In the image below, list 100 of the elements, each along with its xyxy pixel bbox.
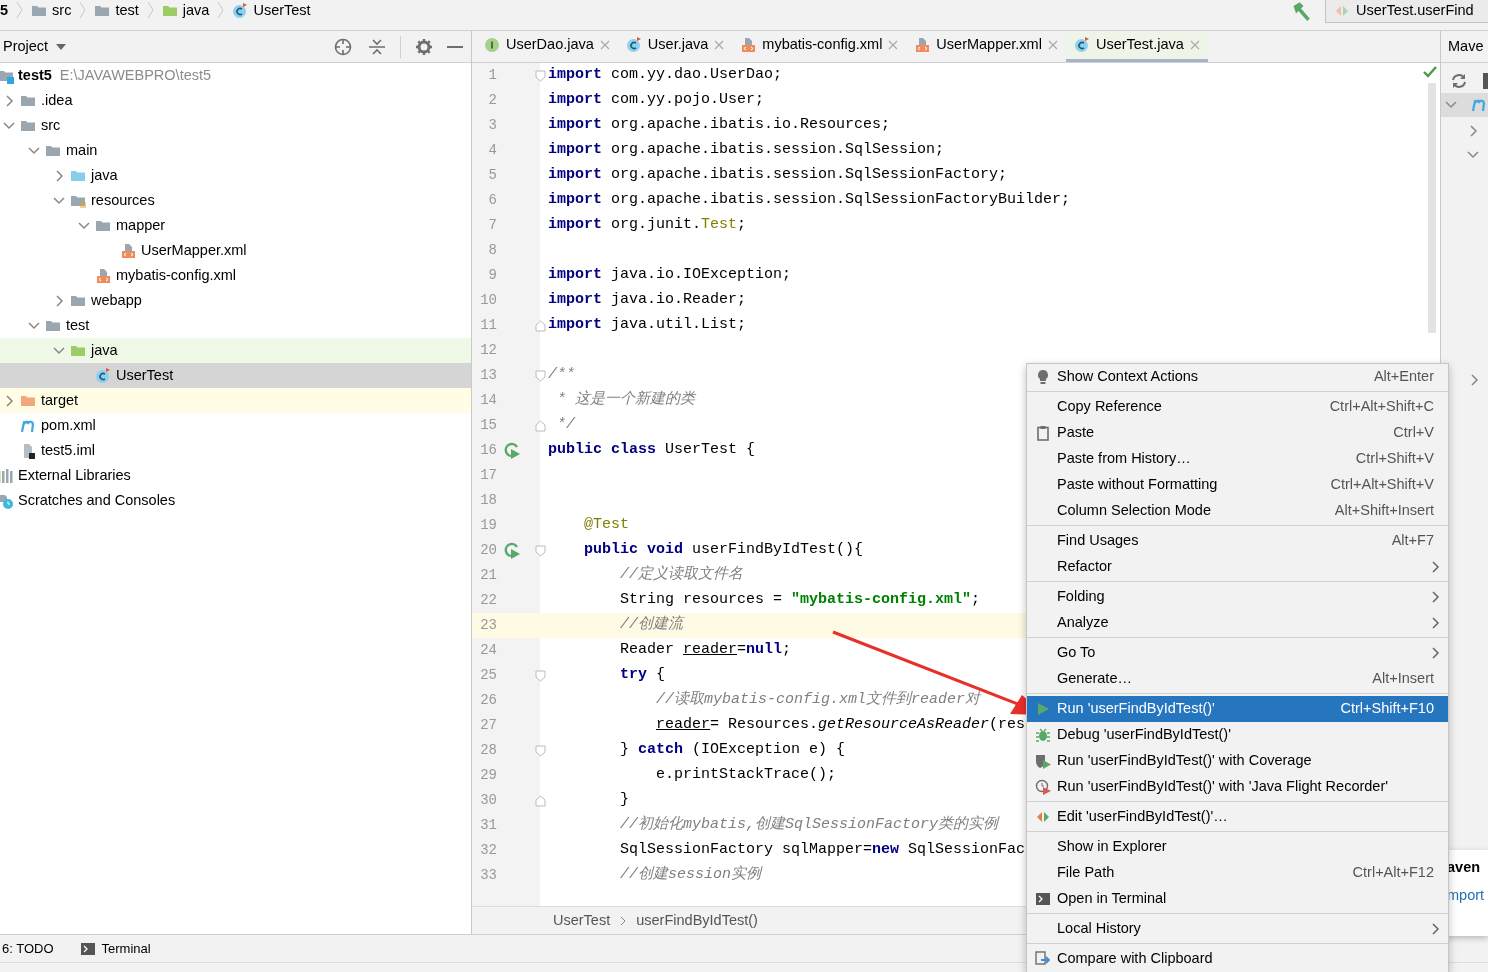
tree-item[interactable]: mybatis-config.xml [0, 263, 471, 288]
tree-item[interactable]: test [0, 313, 471, 338]
menu-item[interactable]: Find Usages Alt+F7 [1027, 528, 1448, 554]
breadcrumb-item[interactable]: src [31, 1, 72, 21]
breadcrumb-item[interactable]: userFindByIdTest() [636, 909, 758, 932]
close-icon [714, 40, 725, 50]
menu-item[interactable]: Analyze [1027, 610, 1448, 636]
editor-tab[interactable]: UserDao.java [476, 31, 618, 62]
line-number: 4 [487, 141, 497, 160]
tree-item[interactable]: webapp [0, 288, 471, 313]
menu-item[interactable]: Generate… Alt+Insert [1027, 666, 1448, 692]
menu-item[interactable]: Go To [1027, 640, 1448, 666]
code-line: import org.apache.ibatis.io.Resources; [548, 115, 891, 136]
menu-item[interactable]: Run 'userFindByIdTest()' with 'Java Flight Recorder' [1027, 774, 1448, 800]
line-number: 18 [479, 491, 497, 510]
menu-item[interactable]: Refactor [1027, 554, 1448, 580]
menu-item[interactable]: Compare with Clipboard [1027, 946, 1448, 972]
maven-file-icon [1471, 97, 1487, 113]
class-icon [232, 3, 249, 19]
code-line: } catch (IOException e) { [619, 740, 846, 761]
code-line: import java.io.IOException; [548, 265, 792, 286]
tool-window-button[interactable]: Terminal [79, 938, 151, 959]
tree-item[interactable]: Scratches and Consoles [0, 488, 471, 513]
line-number: 29 [479, 766, 497, 785]
editor-tab[interactable]: mybatis-config.xml [732, 31, 907, 62]
code-line: import com.yy.dao.UserDao; [548, 65, 783, 86]
tree-item[interactable]: mapper [0, 213, 471, 238]
code-line: import java.util.List; [548, 315, 747, 336]
tool-window-button[interactable]: 6: TODO [2, 938, 54, 959]
breadcrumb-item[interactable]: test [94, 1, 139, 21]
run-configuration-icon [1035, 809, 1051, 825]
menu-item[interactable]: Paste without Formatting Ctrl+Alt+Shift+V [1027, 472, 1448, 498]
menu-item[interactable]: Copy Reference Ctrl+Alt+Shift+C [1027, 394, 1448, 420]
line-number: 2 [487, 91, 497, 110]
line-number: 6 [487, 191, 497, 210]
code-line: */ [556, 415, 576, 436]
menu-item[interactable]: Paste from History… Ctrl+Shift+V [1027, 446, 1448, 472]
breadcrumb-item[interactable]: java [161, 1, 210, 21]
line-number: 12 [479, 341, 497, 360]
menu-item[interactable]: Local History [1027, 916, 1448, 942]
code-line: //读取mybatis-config.xml文件到reader对 [655, 689, 981, 711]
panel-title-dropdown[interactable]: Project [3, 35, 67, 58]
code-line: import org.apache.ibatis.session.SqlSession; [548, 140, 945, 161]
run-configuration-selector[interactable]: UserTest.userFind [1325, 0, 1488, 23]
code-line: import java.io.Reader; [548, 290, 747, 311]
tree-item[interactable]: UserTest [0, 363, 471, 388]
tree-item[interactable]: test5 E:\JAVAWEBPRO\test5 [0, 63, 471, 88]
lightbulb-icon [1035, 369, 1051, 385]
code-line: @Test [583, 515, 630, 536]
menu-item[interactable]: Open in Terminal [1027, 886, 1448, 912]
toolbar-icon [1483, 73, 1488, 89]
editor-tab[interactable]: User.java [617, 31, 733, 62]
refresh-icon [1451, 73, 1467, 89]
tree-item[interactable]: target [0, 388, 471, 413]
tree-item[interactable]: External Libraries [0, 463, 471, 488]
run-icon [1035, 701, 1051, 717]
menu-item[interactable]: Paste Ctrl+V [1027, 420, 1448, 446]
tree-item[interactable]: pom.xml [0, 413, 471, 438]
breadcrumb-item[interactable]: 5 [0, 1, 9, 21]
menu-item[interactable]: Debug 'userFindByIdTest()' [1027, 722, 1448, 748]
breadcrumb-item[interactable]: UserTest [232, 1, 311, 21]
menu-item[interactable]: File Path Ctrl+Alt+F12 [1027, 860, 1448, 886]
tree-item[interactable]: .idea [0, 88, 471, 113]
class-icon [95, 367, 111, 384]
code-line: public void userFindByIdTest(){ [583, 540, 864, 561]
line-number: 14 [479, 391, 497, 410]
menu-item[interactable]: Column Selection Mode Alt+Shift+Insert [1027, 498, 1448, 524]
line-number: 7 [487, 216, 497, 235]
tree-item[interactable]: java [0, 163, 471, 188]
panel-title[interactable]: Mave [1448, 35, 1484, 58]
code-line: Reader reader=null; [619, 640, 792, 661]
compare-icon [1035, 951, 1051, 967]
editor-tab[interactable]: UserMapper.xml [906, 31, 1066, 62]
menu-item[interactable]: Folding [1027, 584, 1448, 610]
menu-item[interactable]: Show Context Actions Alt+Enter [1027, 364, 1448, 390]
breadcrumb-item[interactable]: UserTest [553, 909, 611, 932]
line-number: 13 [479, 366, 497, 385]
class-icon [625, 37, 642, 53]
tree-item[interactable]: test5.iml [0, 438, 471, 463]
code-line: e.printStackTrace(); [655, 765, 837, 786]
tree-item[interactable]: java [0, 338, 471, 363]
line-number: 11 [479, 316, 497, 335]
tree-item[interactable]: main [0, 138, 471, 163]
menu-item[interactable]: Show in Explorer [1027, 834, 1448, 860]
code-line: import org.junit.Test; [548, 215, 747, 236]
tree-item[interactable]: UserMapper.xml [0, 238, 471, 263]
menu-item[interactable]: Edit 'userFindByIdTest()'… [1027, 804, 1448, 830]
chevron-right-icon [1469, 374, 1479, 386]
line-number: 32 [479, 841, 497, 860]
menu-item[interactable]: Run 'userFindByIdTest()' with Coverage [1027, 748, 1448, 774]
editor-tab[interactable]: UserTest.java [1065, 31, 1208, 62]
menu-item[interactable]: Run 'userFindByIdTest()' Ctrl+Shift+F10 [1027, 696, 1448, 722]
tree-item[interactable]: src [0, 113, 471, 138]
close-icon [599, 40, 610, 50]
xml-file-icon [120, 242, 136, 259]
tree-item[interactable]: resources [0, 188, 471, 213]
code-line: //定义读取文件名 [619, 564, 744, 586]
close-icon [888, 40, 899, 50]
code-line: String resources = "mybatis-config.xml"; [619, 590, 981, 611]
chevron-down-icon [1467, 149, 1479, 161]
